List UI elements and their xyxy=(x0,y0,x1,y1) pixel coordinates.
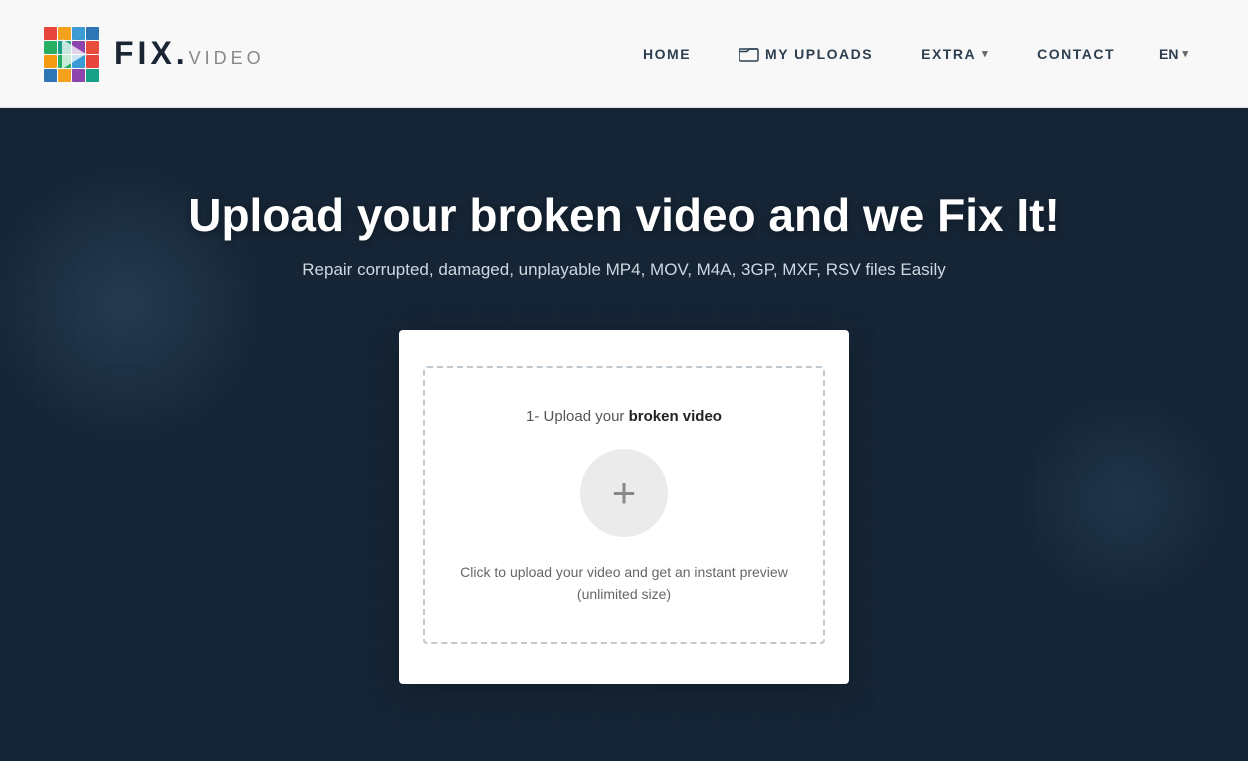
main-nav: HOME MY UPLOADS EXTRA ▾ CONTACT EN ▾ xyxy=(619,0,1208,108)
hero-subtitle: Repair corrupted, damaged, unplayable MP… xyxy=(188,260,1060,280)
lang-chevron-icon: ▾ xyxy=(1182,47,1188,60)
hero-section: Upload your broken video and we Fix It! … xyxy=(0,108,1248,761)
logo-text: FIX.VIDEO xyxy=(114,35,265,72)
uploads-icon xyxy=(739,46,759,62)
hero-title: Upload your broken video and we Fix It! xyxy=(188,188,1060,242)
upload-step-label: 1- Upload your broken video xyxy=(526,408,722,425)
nav-contact[interactable]: CONTACT xyxy=(1013,0,1139,108)
extra-chevron-icon: ▾ xyxy=(982,47,989,60)
logo-icon xyxy=(40,23,102,85)
nav-my-uploads[interactable]: MY UPLOADS xyxy=(715,0,897,108)
plus-icon: + xyxy=(612,472,637,514)
nav-home[interactable]: HOME xyxy=(619,0,715,108)
upload-plus-button[interactable]: + xyxy=(580,449,668,537)
logo[interactable]: FIX.VIDEO xyxy=(40,23,265,85)
nav-extra[interactable]: EXTRA ▾ xyxy=(897,0,1013,108)
upload-hint: Click to upload your video and get an in… xyxy=(460,561,788,606)
upload-card: 1- Upload your broken video + Click to u… xyxy=(399,330,849,684)
language-selector[interactable]: EN ▾ xyxy=(1139,0,1208,108)
site-header: FIX.VIDEO HOME MY UPLOADS EXTRA ▾ CONTAC… xyxy=(0,0,1248,108)
upload-drop-zone[interactable]: 1- Upload your broken video + Click to u… xyxy=(423,366,825,644)
hero-content: Upload your broken video and we Fix It! … xyxy=(188,188,1060,330)
